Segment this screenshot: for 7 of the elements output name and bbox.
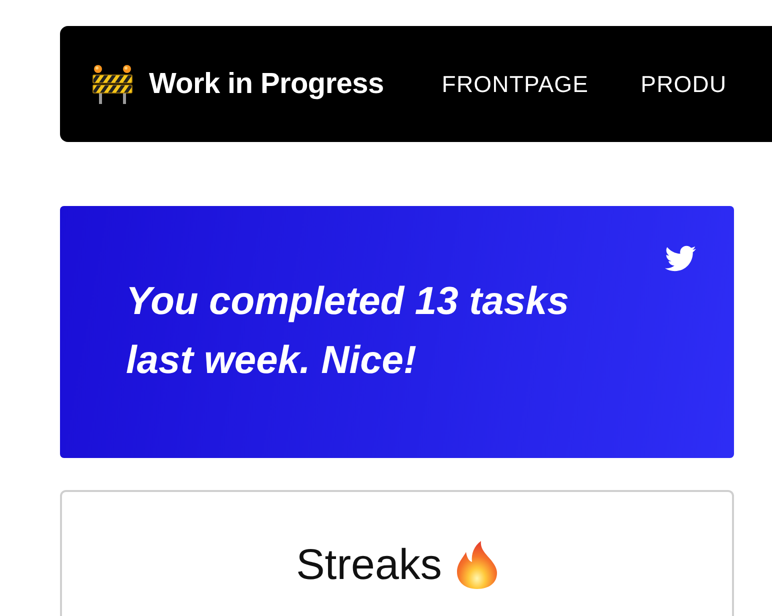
card-title: Streaks <box>296 540 442 590</box>
barrier-icon <box>92 64 133 104</box>
nav-link[interactable]: PRODU <box>640 70 727 98</box>
nav-link[interactable]: FRONTPAGE <box>442 70 589 98</box>
fire-icon <box>456 541 498 589</box>
banner-message: You completed 13 tasks last week. Nice! <box>126 279 570 384</box>
brand-title[interactable]: Work in Progress <box>149 68 384 100</box>
